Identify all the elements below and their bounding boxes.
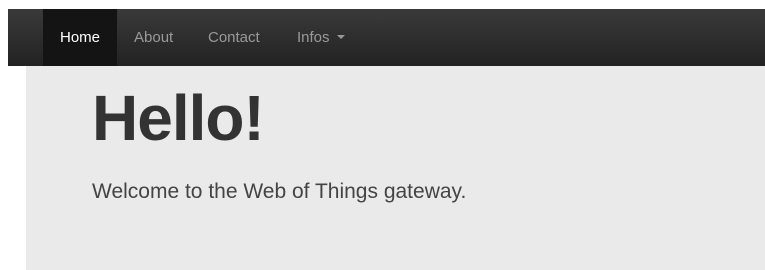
nav-item-contact-label: Contact (208, 29, 260, 46)
nav-item-about-label: About (134, 29, 174, 46)
nav-item-contact[interactable]: Contact (208, 9, 260, 66)
hero-title: Hello! (92, 82, 265, 154)
hero-lead-text: Welcome to the Web of Things gateway. (92, 180, 467, 203)
nav-item-home[interactable]: Home (43, 9, 118, 66)
jumbotron: Hello! Welcome to the Web of Things gate… (26, 66, 765, 270)
nav-item-infos-label: Infos (297, 29, 330, 46)
nav-item-about[interactable]: About (134, 9, 173, 66)
nav-item-home-label: Home (60, 29, 101, 46)
top-navbar: Home About Contact Infos (8, 9, 765, 66)
nav-item-infos-dropdown[interactable]: Infos (297, 9, 345, 66)
page: Home About Contact Infos Hello! Welcome … (0, 0, 765, 270)
caret-down-icon (336, 35, 345, 40)
